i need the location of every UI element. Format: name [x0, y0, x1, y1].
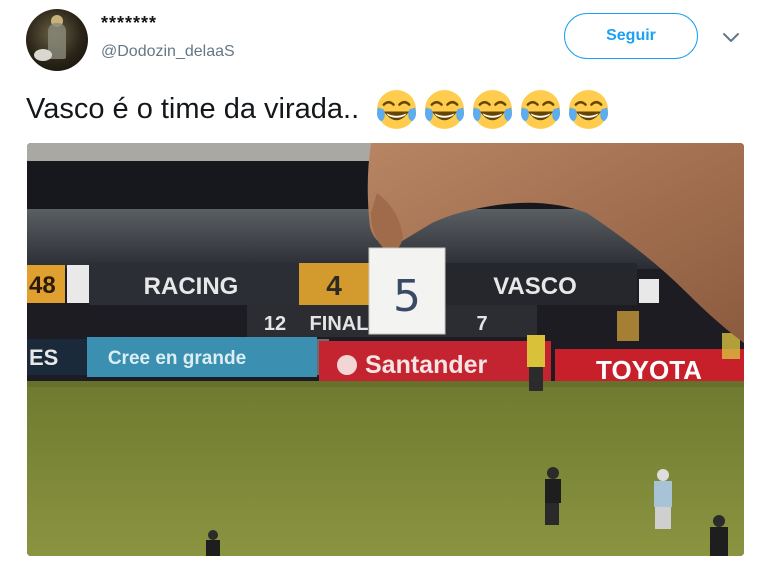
scoreboard-white-block [67, 265, 89, 303]
ad-santander-text: Santander [365, 351, 488, 379]
ad-left-text: ES [29, 345, 58, 370]
paper-note-number: 5 [393, 271, 421, 322]
follow-button[interactable]: Seguir [564, 13, 698, 59]
emoji-row [375, 88, 610, 131]
photo-scene: 48 RACING 4 VASCO 12 FINAL 7 ES Cree en … [27, 143, 744, 556]
tweet-text-content: Vasco é o time da virada.. [26, 93, 360, 125]
tweet-photo[interactable]: 48 RACING 4 VASCO 12 FINAL 7 ES Cree en … [27, 143, 744, 556]
scoreboard-status: FINAL [310, 313, 369, 335]
display-name[interactable]: ******* [101, 13, 157, 34]
pitch-shadow [27, 381, 744, 387]
user-handle[interactable]: @Dodozin_delaaS [101, 43, 235, 61]
bench-figure [617, 311, 639, 341]
assistant-referee-legs [529, 367, 543, 391]
assistant-referee [527, 335, 545, 367]
scoreboard-clock-right: 7 [476, 313, 487, 335]
scoreboard-right-block [639, 279, 659, 303]
avatar-detail [34, 49, 52, 61]
ad-slogan: Cree en grande [108, 348, 246, 369]
scoreboard-home-score: 4 [326, 270, 342, 301]
pitch [27, 381, 744, 556]
santander-flame-icon [337, 355, 357, 375]
avatar[interactable] [26, 9, 88, 71]
scoreboard-home-team: RACING [144, 273, 239, 300]
ad-toyota-text: TOYOTA [596, 355, 702, 385]
scoreboard-away-team: VASCO [493, 273, 577, 300]
tears-of-joy-emoji-icon [377, 89, 417, 130]
tweet-card: ******* @Dodozin_delaaS Seguir Vasco é o… [0, 0, 768, 575]
tears-of-joy-emoji-icon [521, 89, 561, 130]
tears-of-joy-emoji-icon [425, 89, 465, 130]
tears-of-joy-emoji-icon [569, 89, 609, 130]
scoreboard-clock-left: 12 [264, 313, 286, 335]
tweet-text: Vasco é o time da virada.. [26, 88, 610, 131]
scoreboard-left-number: 48 [29, 272, 56, 299]
tears-of-joy-emoji-icon [473, 89, 513, 130]
chevron-down-icon[interactable] [720, 26, 742, 48]
